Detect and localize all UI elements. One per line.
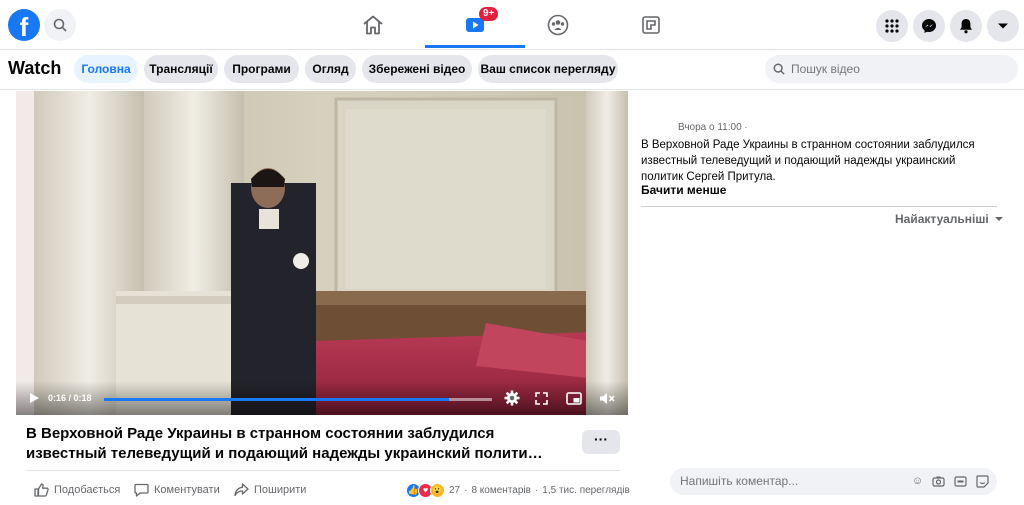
search-button[interactable] (44, 9, 76, 41)
fullscreen-icon[interactable] (535, 392, 548, 405)
views-count: 1,5 тис. переглядів (542, 484, 630, 496)
comment-button[interactable]: Коментувати (134, 481, 220, 499)
tab-home[interactable]: Головна (74, 55, 138, 83)
picture-in-picture-icon[interactable] (566, 392, 582, 405)
tab-live[interactable]: Трансляції (144, 55, 218, 83)
gif-icon[interactable] (954, 475, 967, 488)
share-icon (234, 483, 249, 497)
camera-icon[interactable] (932, 475, 945, 488)
account-button[interactable] (987, 10, 1019, 42)
video-title[interactable]: В Верховной Раде Украины в странном сост… (26, 424, 566, 464)
menu-button[interactable] (876, 10, 908, 42)
facebook-logo[interactable]: f (8, 9, 40, 42)
bell-icon (960, 19, 972, 34)
messenger-icon (922, 19, 936, 33)
settings-gear-icon[interactable] (504, 390, 520, 406)
notification-badge: 9+ (479, 7, 499, 21)
chevron-down-icon (998, 23, 1008, 29)
mute-speaker-icon[interactable] (599, 392, 615, 405)
post-stats: 👍 ♥ 😮 27 · 8 коментарів · 1,5 тис. перег… (406, 481, 630, 499)
emoji-icon[interactable]: ☺ (911, 475, 924, 488)
sticker-icon[interactable] (976, 475, 989, 488)
gaming-icon (642, 16, 660, 34)
page-title: Watch (8, 58, 62, 78)
separator-dot: · (534, 484, 539, 496)
video-controls: 0:16 / 0:18 (16, 381, 628, 415)
comment-input[interactable] (680, 474, 900, 488)
video-description: В Верховной Раде Украины в странном сост… (641, 139, 975, 183)
tab-watchlist[interactable]: Ваш список перегляду (478, 55, 618, 83)
comments-count[interactable]: 8 коментарів (471, 485, 530, 496)
messenger-button[interactable] (913, 10, 945, 42)
play-icon[interactable] (28, 392, 40, 404)
nav-gaming[interactable] (601, 4, 701, 46)
grid-menu-icon (885, 19, 899, 33)
comment-composer[interactable]: ☺ (670, 468, 997, 495)
separator-dot: · (464, 484, 468, 496)
groups-icon (547, 14, 569, 36)
watch-header: Watch Головна Трансляції Програми Огляд … (0, 50, 1024, 90)
video-player[interactable]: 0:16 / 0:18 (16, 91, 628, 415)
caret-down-icon (994, 217, 1003, 221)
more-options-button[interactable]: ··· (582, 430, 620, 454)
tab-explore[interactable]: Огляд (305, 55, 356, 83)
share-label: Поширити (254, 484, 307, 496)
thumbs-up-icon (34, 483, 49, 497)
notifications-button[interactable] (950, 10, 982, 42)
post-timestamp[interactable]: Вчора о 11:00 · (678, 122, 748, 133)
tab-saved-videos[interactable]: Збережені відео (362, 55, 472, 83)
divider (26, 470, 620, 471)
comment-sort-dropdown[interactable]: Найактуальніші (895, 212, 1004, 226)
like-label: Подобається (54, 484, 121, 496)
share-button[interactable]: Поширити (234, 481, 306, 499)
video-progress-fill (104, 398, 450, 401)
video-time: 0:16 / 0:18 (48, 393, 92, 403)
video-progress-bar[interactable] (104, 398, 492, 401)
tab-shows[interactable]: Програми (224, 55, 299, 83)
search-icon (53, 18, 67, 32)
video-search[interactable] (765, 55, 1018, 83)
search-video-input[interactable] (791, 62, 1011, 76)
home-icon (363, 15, 383, 35)
search-icon (773, 63, 785, 75)
sort-label: Найактуальніші (895, 212, 989, 226)
nav-groups[interactable] (508, 4, 608, 46)
video-frame (16, 91, 628, 415)
comment-icon (134, 483, 149, 497)
top-navigation-bar: f 9+ (0, 0, 1024, 50)
see-less-link[interactable]: Бачити менше (641, 183, 726, 197)
comment-label: Коментувати (154, 484, 220, 496)
divider (641, 206, 997, 207)
wow-reaction-icon: 😮 (430, 482, 445, 498)
nav-home[interactable] (323, 4, 423, 46)
reactions-count[interactable]: 27 (449, 485, 460, 496)
like-button[interactable]: Подобається (34, 481, 120, 499)
